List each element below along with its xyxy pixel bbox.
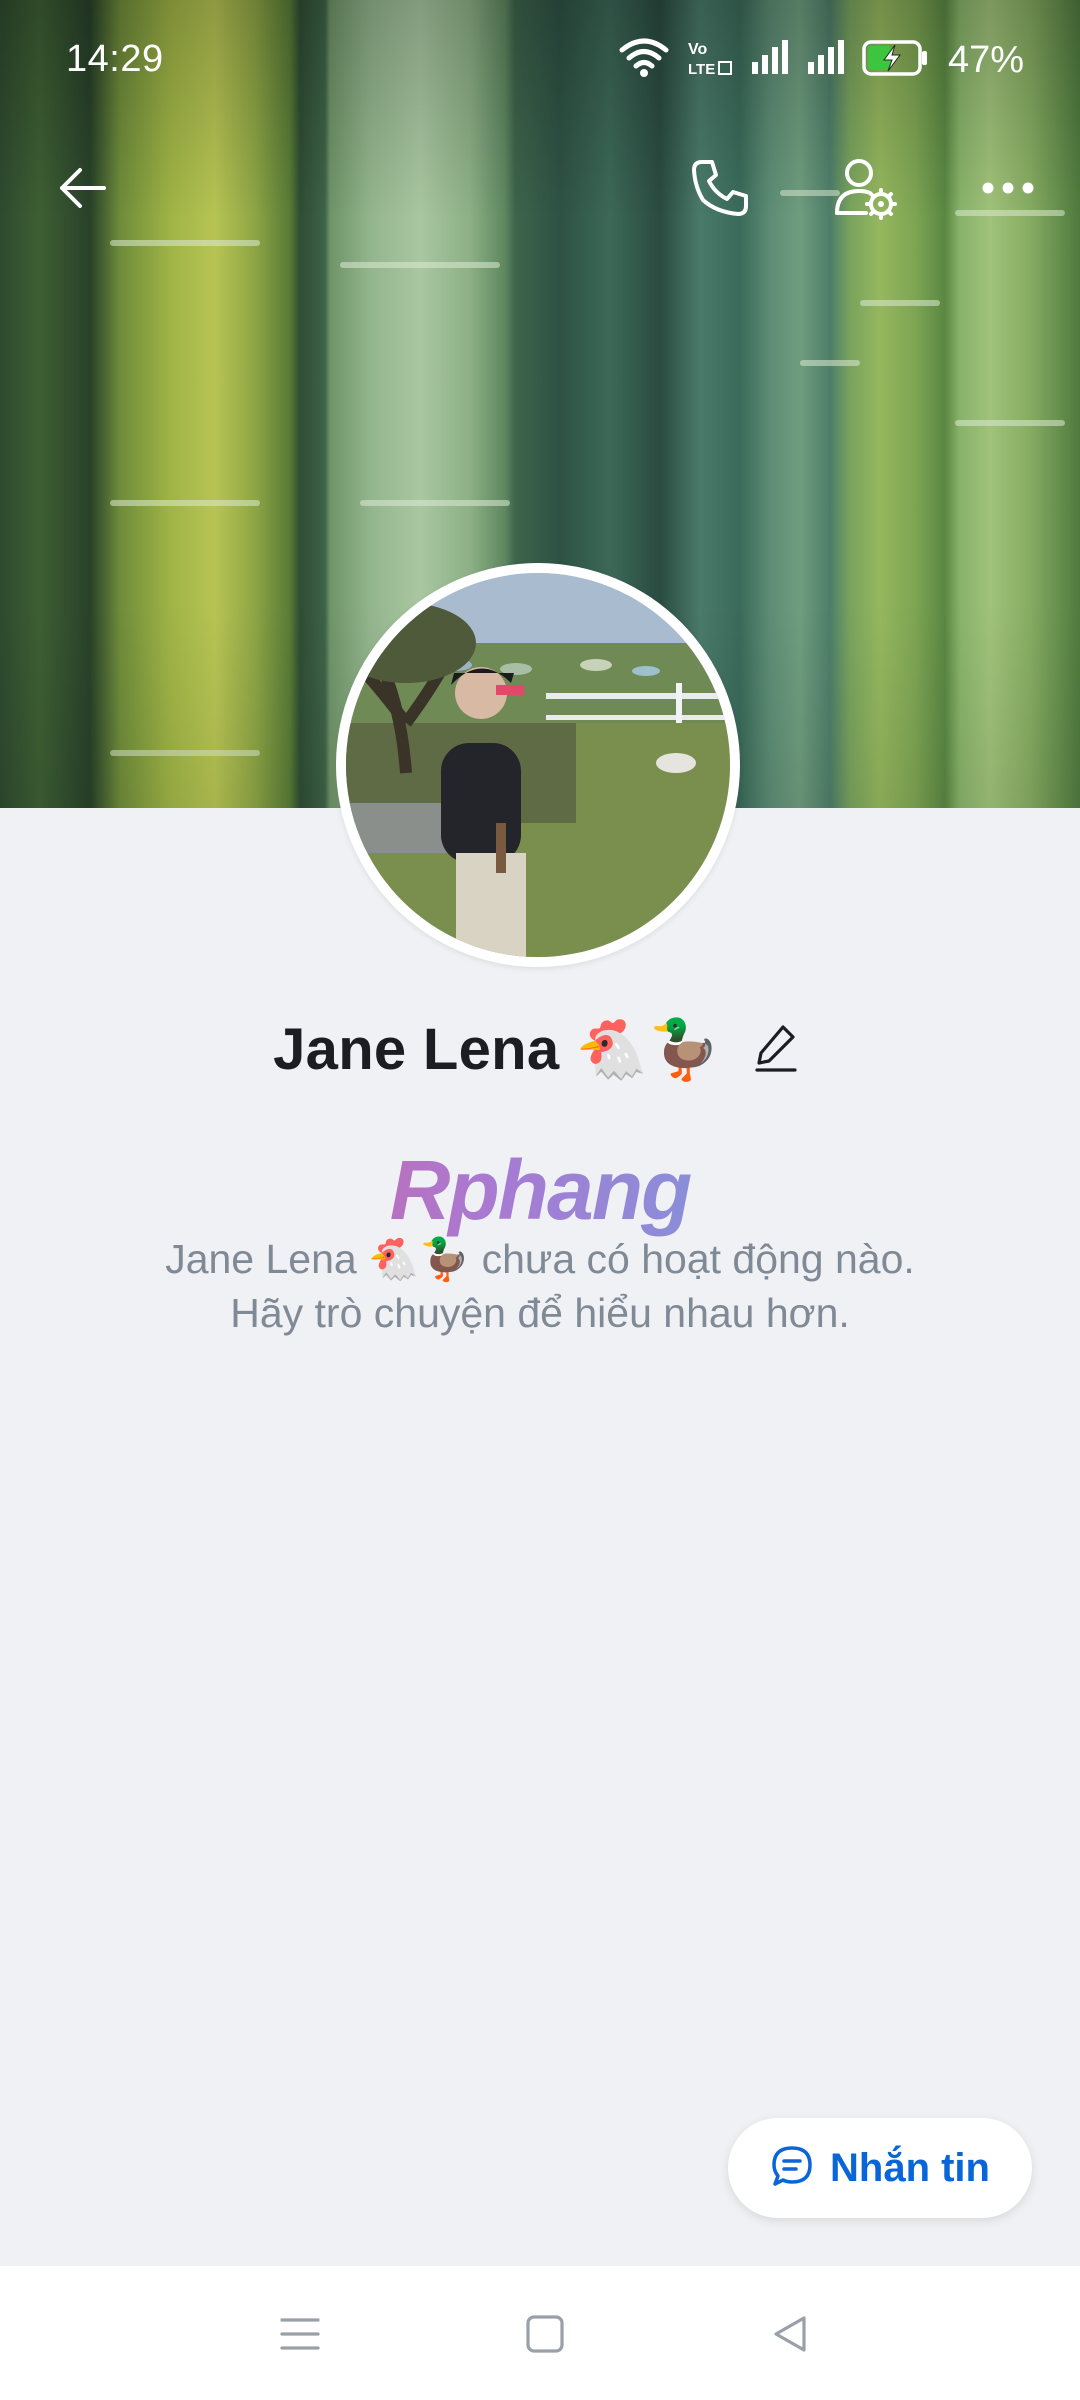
empty-state: Jane Lena 🐔🦆 chưa có hoạt động nào. Hãy … [0, 1232, 1080, 1340]
status-time: 14:29 [66, 38, 164, 80]
pencil-icon [755, 1023, 799, 1078]
send-message-label: Nhắn tin [830, 2145, 990, 2190]
signal-icon [750, 38, 790, 83]
send-message-button[interactable]: Nhắn tin [728, 2118, 1032, 2218]
wifi-icon [618, 38, 670, 83]
home-square-icon [524, 2313, 566, 2360]
back-button[interactable] [32, 140, 132, 240]
empty-state-line-1: Jane Lena 🐔🦆 chưa có hoạt động nào. [165, 1236, 915, 1282]
battery-charging-icon [862, 38, 928, 83]
signal-icon [806, 38, 846, 83]
profile-name: Jane Lena 🐔🦆 [273, 1017, 721, 1082]
svg-text:Vo: Vo [688, 41, 707, 58]
profile-toolbar [0, 140, 1080, 240]
call-button[interactable] [670, 140, 770, 240]
user-settings-icon [832, 155, 898, 226]
status-bar: 14:29 Vo LTE 47% [0, 0, 1080, 120]
more-options-button[interactable] [958, 140, 1058, 240]
avatar-photo [346, 573, 730, 957]
edit-name-button[interactable] [747, 1020, 807, 1080]
system-nav-bar [0, 2266, 1080, 2400]
nav-menu-button[interactable] [252, 2288, 348, 2384]
nav-home-button[interactable] [497, 2288, 593, 2384]
profile-name-row: Jane Lena 🐔🦆 [0, 1010, 1080, 1090]
battery-percent: 47% [947, 38, 1024, 81]
volte-icon: Vo LTE [686, 38, 734, 83]
phone-icon [688, 156, 752, 225]
avatar[interactable] [336, 563, 740, 967]
status-icons: Vo LTE 47% [618, 36, 1024, 84]
svg-text:LTE: LTE [688, 61, 715, 78]
chat-bubble-icon [770, 2144, 814, 2193]
watermark-logo: Rphang [0, 1142, 1080, 1239]
more-dots-icon [980, 178, 1036, 203]
nav-back-button[interactable] [742, 2288, 838, 2384]
back-triangle-icon [768, 2312, 812, 2361]
arrow-left-icon [54, 160, 110, 221]
profile-settings-button[interactable] [815, 140, 915, 240]
menu-icon [278, 2314, 322, 2359]
empty-state-line-2: Hãy trò chuyện để hiểu nhau hơn. [230, 1290, 850, 1336]
